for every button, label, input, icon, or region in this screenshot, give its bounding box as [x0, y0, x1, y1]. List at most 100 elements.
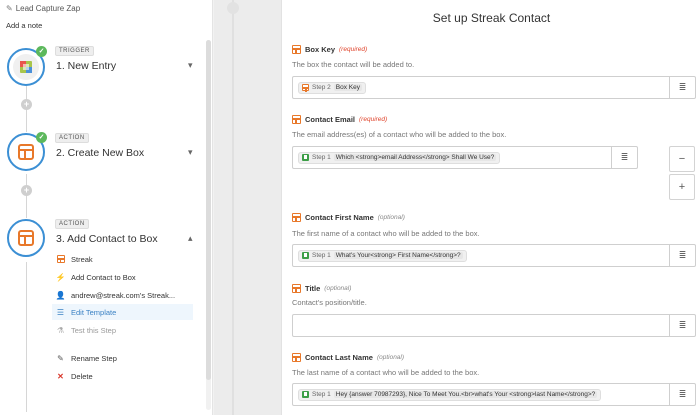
streak-icon: [13, 139, 39, 165]
optional-badge: (optional): [324, 285, 352, 292]
sub-item-action[interactable]: ⚡ Add Contact to Box: [52, 269, 193, 285]
streak-icon: [292, 115, 301, 124]
zap-title-text: Lead Capture Zap: [15, 4, 81, 13]
x-icon: ✕: [57, 371, 64, 381]
add-step-button[interactable]: +: [21, 99, 32, 110]
canvas-node: [227, 2, 239, 14]
field-label-text: Contact First Name: [305, 213, 374, 222]
mapped-field-token[interactable]: Step 1 Hey {answer 70987293}, Nice To Me…: [298, 388, 602, 401]
gravity-forms-icon: [302, 391, 309, 398]
sub-item-label: Add Contact to Box: [71, 272, 136, 282]
setup-panel: Set up Streak Contact Box Key (required)…: [281, 0, 700, 415]
chevron-down-icon[interactable]: ▾: [188, 147, 193, 158]
step-2-tag: ACTION: [55, 133, 89, 143]
step-3-title[interactable]: 3. Add Contact to Box: [56, 233, 158, 245]
streak-icon: [292, 45, 301, 54]
field-label-first-name: Contact First Name (optional): [292, 213, 405, 222]
sub-item-delete[interactable]: ✕ Delete: [52, 368, 193, 384]
sub-item-label: Streak: [71, 254, 93, 264]
field-label-last-name: Contact Last Name (optional): [292, 353, 404, 362]
field-label-box-key: Box Key (required): [292, 45, 367, 54]
step-1-tag: TRIGGER: [55, 46, 94, 56]
sidebar-scrollbar[interactable]: [206, 40, 211, 410]
sub-item-label: Rename Step: [71, 353, 117, 363]
token-step: Step 1: [312, 154, 331, 161]
chevron-down-icon[interactable]: ▾: [188, 60, 193, 71]
insert-field-icon[interactable]: ≣: [669, 315, 695, 336]
sub-item-label: Delete: [71, 371, 93, 381]
user-icon: 👤: [55, 290, 66, 300]
step-3-tag: ACTION: [55, 219, 89, 229]
first-name-input[interactable]: Step 1 What's Your<strong> First Name</s…: [292, 244, 696, 267]
sub-item-label: Test this Step: [71, 325, 117, 335]
mapped-field-token[interactable]: Step 1 Which <strong>email Address</stro…: [298, 151, 501, 164]
remove-value-button[interactable]: −: [669, 146, 695, 172]
field-label-text: Box Key: [305, 45, 336, 54]
zap-title[interactable]: ✎ Lead Capture Zap: [6, 4, 80, 13]
step-connector: [26, 262, 27, 412]
field-label-text: Contact Email: [305, 115, 356, 124]
token-value: Which <strong>email Address</strong> Sha…: [333, 154, 497, 161]
step-1-title[interactable]: 1. New Entry: [56, 60, 116, 72]
required-badge: (required): [339, 46, 368, 53]
streak-icon: [56, 255, 65, 263]
list-icon: ☰: [56, 307, 65, 317]
title-input[interactable]: ≣: [292, 314, 696, 337]
token-step: Step 1: [312, 252, 331, 259]
sub-item-test-step[interactable]: ⚗ Test this Step: [52, 322, 193, 338]
gravity-forms-icon: [302, 252, 309, 259]
insert-field-icon[interactable]: ≣: [669, 384, 695, 405]
required-badge: (required): [359, 116, 388, 123]
last-name-input[interactable]: Step 1 Hey {answer 70987293}, Nice To Me…: [292, 383, 696, 406]
token-step: Step 1: [312, 391, 331, 398]
insert-field-icon[interactable]: ≣: [669, 245, 695, 266]
token-step: Step 2: [312, 84, 331, 91]
streak-icon: [292, 284, 301, 293]
optional-badge: (optional): [376, 354, 405, 361]
canvas-connector: [232, 0, 234, 415]
insert-field-icon[interactable]: ≣: [611, 147, 637, 168]
insert-field-icon[interactable]: ≣: [669, 77, 695, 98]
streak-icon: [302, 84, 309, 92]
step-2-title[interactable]: 2. Create New Box: [56, 147, 144, 159]
sub-item-label: andrew@streak.com's Streak...: [71, 290, 176, 300]
token-value: Box Key: [333, 84, 363, 91]
field-help: The first name of a contact who will be …: [292, 229, 480, 238]
zap-editor-sidebar: ✎ Lead Capture Zap Add a note + + ✓ TRIG…: [0, 0, 213, 415]
field-help: Contact's position/title.: [292, 298, 367, 307]
scrollbar-thumb[interactable]: [206, 40, 211, 380]
flask-icon: ⚗: [56, 325, 65, 335]
sub-item-app[interactable]: Streak: [52, 251, 193, 267]
mapped-field-token[interactable]: Step 1 What's Your<strong> First Name</s…: [298, 249, 467, 262]
pencil-icon: ✎: [6, 4, 13, 13]
step-connector: [26, 174, 27, 218]
token-value: Hey {answer 70987293}, Nice To Meet You.…: [333, 391, 598, 398]
sub-item-edit-template[interactable]: ☰ Edit Template: [52, 304, 193, 320]
chevron-up-icon[interactable]: ▴: [188, 233, 193, 244]
check-icon: ✓: [36, 132, 47, 143]
editor-canvas: [214, 0, 281, 415]
field-label-contact-email: Contact Email (required): [292, 115, 387, 124]
streak-icon: [13, 225, 39, 251]
field-help: The email address(es) of a contact who w…: [292, 130, 507, 139]
mapped-field-token[interactable]: Step 2 Box Key: [298, 81, 367, 94]
contact-email-input[interactable]: Step 1 Which <strong>email Address</stro…: [292, 146, 638, 169]
field-help: The box the contact will be added to.: [292, 60, 415, 69]
box-key-input[interactable]: Step 2 Box Key ≣: [292, 76, 696, 99]
add-step-button[interactable]: +: [21, 185, 32, 196]
bolt-icon: ⚡: [55, 272, 66, 282]
streak-icon: [292, 353, 301, 362]
step-3-app-icon[interactable]: [7, 219, 45, 257]
sub-item-account[interactable]: 👤 andrew@streak.com's Streak...: [52, 287, 193, 303]
token-value: What's Your<strong> First Name</strong>?: [333, 252, 463, 259]
field-label-title: Title (optional): [292, 284, 351, 293]
add-value-button[interactable]: +: [669, 174, 695, 200]
sub-item-rename[interactable]: ✎ Rename Step: [52, 350, 193, 366]
field-help: The last name of a contact who will be a…: [292, 368, 480, 377]
streak-icon: [292, 213, 301, 222]
field-label-text: Contact Last Name: [305, 353, 373, 362]
add-note-link[interactable]: Add a note: [6, 21, 42, 30]
pencil-icon: ✎: [57, 353, 64, 363]
panel-title: Set up Streak Contact: [432, 11, 551, 25]
check-icon: ✓: [36, 46, 47, 57]
